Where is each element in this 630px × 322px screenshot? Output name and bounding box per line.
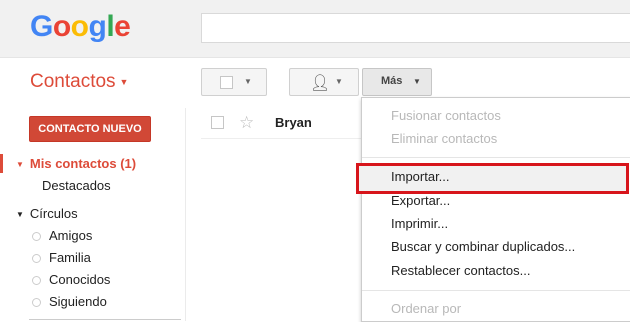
chevron-down-icon: ▼ xyxy=(244,77,252,86)
app-title[interactable]: Contactos ▼ xyxy=(30,71,128,93)
circle-label: Familia xyxy=(49,250,91,265)
menu-separator xyxy=(362,290,630,291)
logo-letter: o xyxy=(70,10,89,43)
top-bar: Google xyxy=(0,0,630,58)
table-row[interactable]: ☆ Bryan xyxy=(201,110,381,139)
expand-triangle-icon: ▼ xyxy=(16,160,24,170)
new-contact-button[interactable]: CONTACTO NUEVO xyxy=(29,116,151,142)
circle-icon xyxy=(32,298,41,307)
chevron-down-icon: ▼ xyxy=(335,77,343,86)
app-title-label: Contactos xyxy=(30,71,116,92)
more-button[interactable]: Más ▼ xyxy=(362,68,432,96)
divider xyxy=(185,108,186,321)
caret-down-icon: ▼ xyxy=(119,76,129,87)
circle-label: Siguiendo xyxy=(49,294,107,309)
chevron-down-icon: ▼ xyxy=(413,77,421,86)
circle-icon xyxy=(32,232,41,241)
add-to-circles-button[interactable]: 👤︎ ▼ xyxy=(289,68,359,96)
logo-letter: G xyxy=(30,10,53,43)
contact-name: Bryan xyxy=(275,115,312,130)
logo-letter: o xyxy=(52,10,71,43)
google-logo[interactable]: Google xyxy=(30,10,131,44)
menu-item-print[interactable]: Imprimir... xyxy=(391,216,448,231)
menu-item-delete: Eliminar contactos xyxy=(391,131,498,146)
circle-icon xyxy=(32,276,41,285)
select-button[interactable]: ▼ xyxy=(201,68,267,96)
sidebar-item-circle[interactable]: Conocidos xyxy=(32,272,110,287)
sidebar-item-label: Círculos xyxy=(29,206,78,221)
sidebar-item-circle[interactable]: Familia xyxy=(32,250,91,265)
menu-item-export[interactable]: Exportar... xyxy=(391,193,450,208)
menu-item-find-duplicates[interactable]: Buscar y combinar duplicados... xyxy=(391,239,575,254)
circle-icon xyxy=(32,254,41,263)
menu-item-restore[interactable]: Restablecer contactos... xyxy=(391,263,530,278)
search-input[interactable] xyxy=(201,13,630,43)
more-button-label: Más xyxy=(381,75,403,87)
sidebar-item-starred[interactable]: Destacados xyxy=(42,178,111,193)
menu-item-merge: Fusionar contactos xyxy=(391,108,501,123)
divider xyxy=(29,319,181,320)
menu-item-sort-by: Ordenar por xyxy=(391,301,462,316)
menu-item-import[interactable]: Importar... xyxy=(391,169,450,184)
logo-letter: l xyxy=(106,10,115,43)
logo-letter: g xyxy=(88,10,107,43)
add-person-icon: 👤︎ xyxy=(310,75,331,92)
logo-letter: e xyxy=(114,10,131,43)
sidebar-item-circle[interactable]: Amigos xyxy=(32,228,92,243)
circle-label: Conocidos xyxy=(49,272,111,287)
star-icon[interactable]: ☆ xyxy=(239,113,254,133)
active-indicator xyxy=(0,154,3,173)
checkbox-icon xyxy=(220,76,233,89)
sidebar-item-my-contacts[interactable]: ▼ Mis contactos (1) xyxy=(16,156,136,171)
row-checkbox[interactable] xyxy=(211,116,224,129)
sidebar-item-circles[interactable]: ▼ Círculos xyxy=(16,206,78,221)
circle-label: Amigos xyxy=(49,228,93,243)
more-dropdown-menu: Fusionar contactos Eliminar contactos Im… xyxy=(356,97,630,322)
menu-separator xyxy=(362,157,630,158)
sidebar-item-label: Mis contactos (1) xyxy=(29,156,137,171)
sidebar-item-circle[interactable]: Siguiendo xyxy=(32,294,107,309)
expand-triangle-icon: ▼ xyxy=(16,210,24,220)
